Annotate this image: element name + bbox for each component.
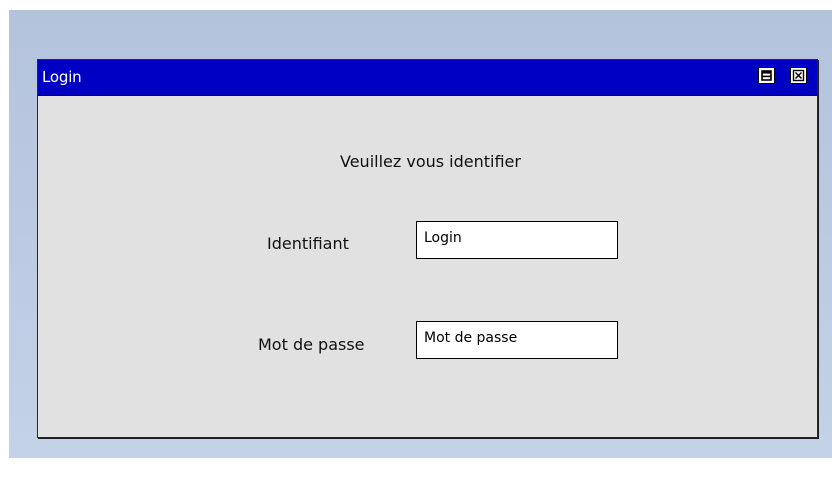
restore-icon bbox=[761, 70, 772, 81]
form-heading: Veuillez vous identifier bbox=[340, 152, 521, 171]
login-window: Login Veuillez vous identifier Identifia… bbox=[37, 59, 818, 438]
password-input[interactable] bbox=[416, 321, 618, 359]
close-button[interactable] bbox=[790, 67, 807, 84]
username-label: Identifiant bbox=[267, 234, 349, 253]
window-title: Login bbox=[42, 68, 82, 86]
close-icon bbox=[792, 69, 805, 82]
title-bar[interactable]: Login bbox=[38, 60, 817, 96]
restore-button[interactable] bbox=[758, 67, 775, 84]
password-label: Mot de passe bbox=[258, 335, 365, 354]
username-input[interactable] bbox=[416, 221, 618, 259]
